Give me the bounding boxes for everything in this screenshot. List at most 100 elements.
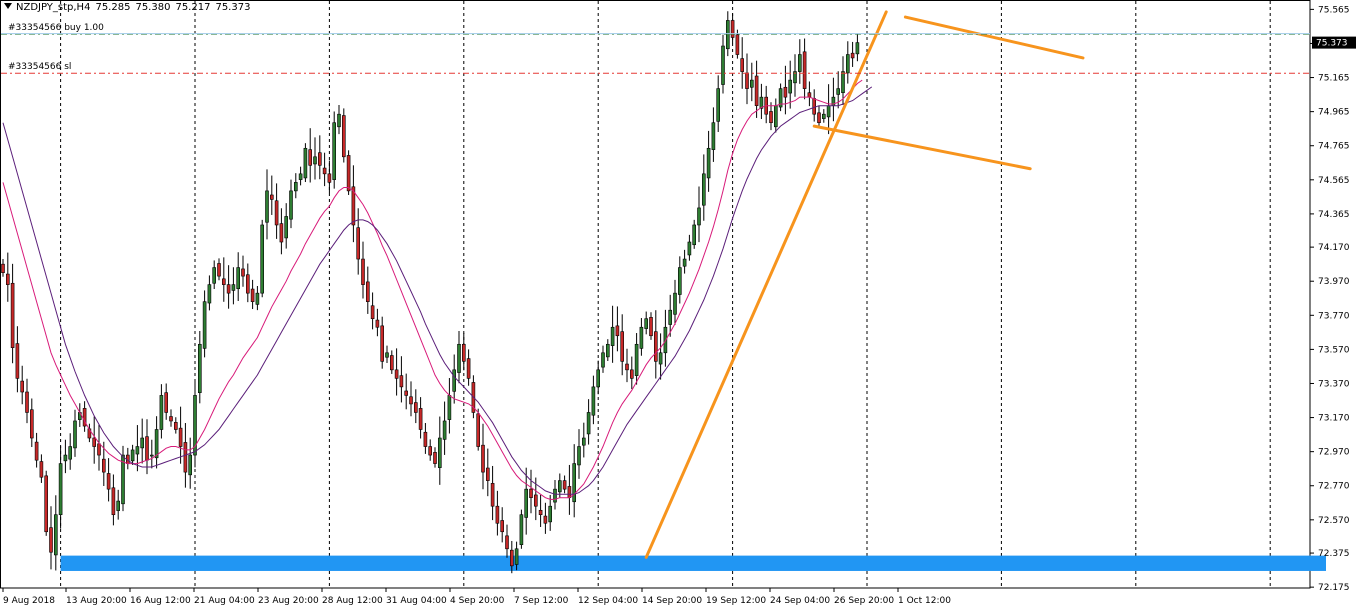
candle-body [53, 514, 58, 556]
y-tick-label: 72.570 [1318, 516, 1350, 526]
plot-frame [0, 0, 1311, 589]
candle-body [361, 258, 365, 285]
x-tick-label: 14 Sep 20:00 [642, 596, 702, 606]
current-price-label: 75.373 [1316, 39, 1348, 49]
candle-body [797, 54, 802, 72]
chart-menu-triangle-icon[interactable] [4, 3, 12, 9]
candle-body [260, 224, 265, 294]
candle-body [644, 318, 649, 329]
candle-body [188, 454, 192, 476]
candle-body [389, 355, 394, 371]
candle-body [433, 452, 437, 464]
candle-body [610, 326, 615, 346]
candle-body [855, 42, 860, 55]
candle-body [73, 420, 77, 449]
candle-body [773, 105, 778, 128]
candle-body [668, 309, 673, 325]
candle-body [721, 45, 725, 85]
candle-body [327, 173, 332, 183]
candle-body [706, 147, 711, 179]
candle-body [509, 549, 514, 567]
candle-body [6, 273, 10, 285]
candle-body [293, 182, 298, 192]
candle-body [601, 352, 605, 368]
orange-trendline[interactable] [812, 124, 1032, 171]
candle-body [567, 486, 572, 498]
candle-body [553, 488, 557, 503]
chart-window: 75.56575.36575.16574.96574.76574.56574.3… [0, 0, 1356, 611]
x-tick-label: 4 Sep 20:00 [450, 596, 505, 606]
candle-body [222, 278, 226, 285]
candle-body [332, 122, 337, 180]
x-tick-label: 12 Sep 04:00 [578, 596, 638, 606]
y-tick-label: 73.970 [1318, 277, 1350, 287]
y-tick-label: 73.370 [1318, 379, 1350, 389]
y-tick-label: 73.170 [1318, 414, 1350, 424]
price-chart: 75.56575.36575.16574.96574.76574.56574.3… [0, 0, 1356, 606]
candle-body [749, 79, 754, 88]
candle-body [673, 292, 677, 315]
candle-body [404, 390, 409, 396]
candle-body [495, 505, 500, 524]
candle-body [202, 301, 207, 349]
candle-body [356, 227, 361, 260]
candle-body [500, 520, 505, 533]
candle-body [346, 155, 351, 192]
candle-body [284, 216, 289, 239]
candle-body [164, 392, 168, 413]
y-tick-label: 74.765 [1318, 142, 1350, 152]
candle-body [461, 343, 466, 362]
candle-body [34, 441, 39, 461]
orange-trendline[interactable] [903, 15, 1085, 60]
candle-body [802, 51, 807, 89]
candle-body [850, 52, 855, 59]
candle-body [265, 190, 269, 223]
candle-body [212, 267, 216, 284]
candle-body [519, 514, 524, 546]
candle-body [591, 386, 596, 416]
candle-body [274, 200, 279, 226]
candle-body [140, 437, 144, 449]
candle-body [116, 500, 120, 511]
candle-body [716, 88, 721, 122]
y-tick-label: 75.165 [1318, 74, 1350, 84]
candle-body [58, 463, 63, 516]
candle-body [250, 288, 255, 302]
candle-body [150, 454, 154, 457]
candle-body [807, 92, 812, 98]
y-tick-label: 75.565 [1318, 5, 1350, 15]
candle-body [174, 422, 178, 430]
candle-body [198, 343, 202, 393]
candle-body [44, 475, 49, 533]
candle-body [322, 167, 327, 175]
x-tick-label: 7 Sep 12:00 [514, 596, 569, 606]
stop-loss-label[interactable]: #33354566 sl [8, 62, 71, 72]
candle-body [130, 449, 135, 462]
candle-body [740, 58, 745, 72]
candle-body [217, 263, 221, 277]
candle-body [735, 34, 740, 55]
candle-body [557, 480, 562, 493]
candle-body [634, 343, 639, 376]
candle-body [385, 352, 389, 358]
candle-body [529, 488, 533, 498]
candle-body [543, 515, 548, 524]
candle-body [49, 527, 53, 553]
candle-body [298, 173, 303, 180]
x-tick-label: 28 Aug 12:00 [322, 596, 383, 606]
candle-body [514, 548, 519, 565]
candle-body [15, 343, 20, 379]
candle-body [183, 442, 188, 473]
candle-body [452, 369, 457, 392]
candle-body [337, 113, 341, 128]
candle-body [68, 446, 72, 460]
candle-body [370, 305, 375, 320]
candle-body [106, 473, 111, 490]
x-tick-label: 24 Sep 04:00 [770, 596, 830, 606]
x-tick-label: 9 Aug 2018 [3, 596, 55, 606]
candle-body [605, 343, 610, 358]
y-tick-label: 72.770 [1318, 482, 1350, 492]
candle-body [533, 494, 538, 507]
candle-body [845, 54, 850, 74]
buy-order-label[interactable]: #33354566 buy 1.00 [8, 23, 104, 33]
